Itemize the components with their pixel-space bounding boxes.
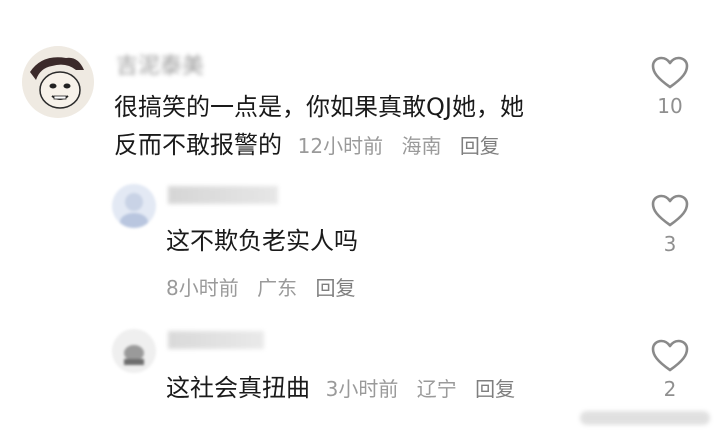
- comment-time: 12小时前: [297, 134, 384, 158]
- comment-meta: 8小时前 广东 回复: [166, 272, 355, 301]
- comment-meta: 3小时前 辽宁 回复: [326, 377, 515, 401]
- comment-location: 海南: [401, 134, 442, 158]
- comment-text-content: 这社会真扭曲: [166, 374, 310, 402]
- username[interactable]: 吉泥泰美: [116, 48, 204, 80]
- comment-2: 这不欺负老实人吗 8小时前 广东 回复 3: [0, 170, 720, 310]
- comment-text: 这社会真扭曲 3小时前 辽宁 回复: [166, 369, 515, 408]
- comment-location: 辽宁: [416, 377, 457, 401]
- comment-location: 广东: [257, 276, 298, 300]
- comment-text: 这不欺负老实人吗: [166, 227, 358, 255]
- watermark-icon: [580, 411, 710, 425]
- like-button[interactable]: 3: [640, 194, 700, 256]
- comment-text-line-2: 反而不敢报警的 12小时前 海南 回复: [114, 126, 524, 165]
- username[interactable]: [168, 186, 278, 204]
- like-count: 3: [663, 232, 677, 256]
- comment-time: 8小时前: [166, 276, 239, 300]
- comment-time: 3小时前: [325, 377, 399, 401]
- meme-face-avatar-icon: [22, 46, 94, 118]
- reply-button[interactable]: 回复: [315, 276, 355, 300]
- heart-outline-icon: [651, 339, 689, 372]
- blurred-avatar-icon: [112, 329, 156, 373]
- heart-outline-icon: [651, 56, 689, 89]
- username[interactable]: [168, 331, 264, 349]
- comment-text: 很搞笑的一点是，你如果真敢QJ她，她 反而不敢报警的 12小时前 海南 回复: [114, 88, 524, 165]
- reply-button[interactable]: 回复: [460, 134, 500, 158]
- comment-1: 吉泥泰美 很搞笑的一点是，你如果真敢QJ她，她 反而不敢报警的 12小时前 海南…: [0, 0, 720, 170]
- watermark: [580, 407, 710, 429]
- like-button[interactable]: 10: [640, 56, 700, 118]
- avatar[interactable]: [112, 329, 156, 373]
- heart-outline-icon: [651, 194, 689, 227]
- reply-button[interactable]: 回复: [475, 377, 515, 401]
- comment-text-line-2-content: 反而不敢报警的: [114, 131, 282, 159]
- like-count: 2: [663, 377, 677, 401]
- blurred-avatar-icon: [112, 184, 156, 228]
- like-button[interactable]: 2: [640, 339, 700, 401]
- comment-meta: 12小时前 海南 回复: [298, 134, 500, 158]
- avatar[interactable]: [22, 46, 94, 118]
- comment-text-line-1: 很搞笑的一点是，你如果真敢QJ她，她: [114, 93, 524, 121]
- avatar[interactable]: [112, 184, 156, 228]
- like-count: 10: [657, 94, 683, 118]
